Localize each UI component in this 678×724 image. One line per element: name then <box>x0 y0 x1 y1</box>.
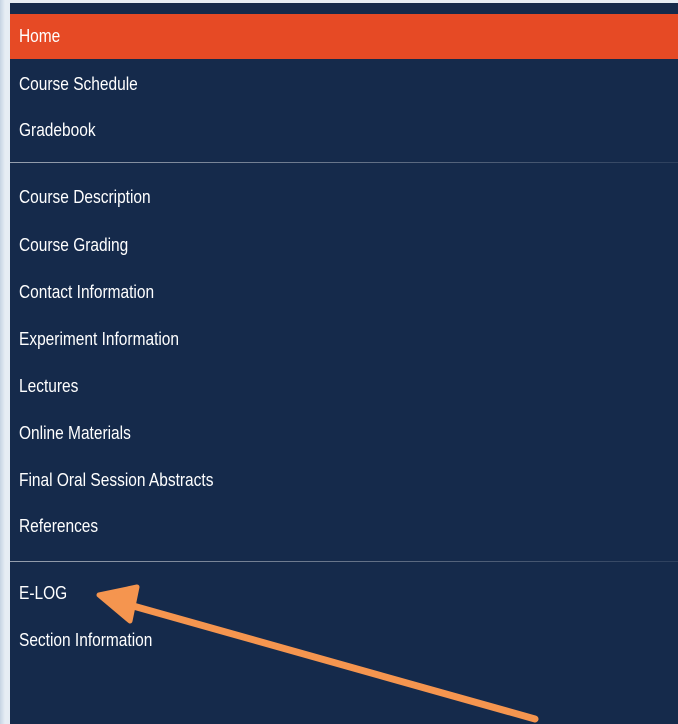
nav-item-label: Course Description <box>19 187 151 207</box>
nav-item-course-description[interactable]: Course Description <box>10 177 678 217</box>
nav-item-section-information[interactable]: Section Information <box>10 620 678 660</box>
nav-item-final-oral-session-abstracts[interactable]: Final Oral Session Abstracts <box>10 460 678 500</box>
course-navigation-menu: Home Course Schedule Gradebook Course De… <box>10 3 678 724</box>
nav-item-label: Home <box>19 26 61 46</box>
nav-item-label: Gradebook <box>19 120 96 140</box>
nav-item-references[interactable]: References <box>10 506 678 546</box>
nav-item-gradebook[interactable]: Gradebook <box>10 110 678 150</box>
nav-item-contact-information[interactable]: Contact Information <box>10 272 678 312</box>
nav-item-label: Course Schedule <box>19 74 138 94</box>
nav-item-label: Section Information <box>19 630 153 650</box>
nav-item-label: Lectures <box>19 376 79 396</box>
nav-item-label: Final Oral Session Abstracts <box>19 470 214 490</box>
menu-divider <box>10 561 678 562</box>
nav-item-course-grading[interactable]: Course Grading <box>10 225 678 265</box>
nav-item-label: Experiment Information <box>19 329 180 349</box>
menu-divider <box>10 162 678 163</box>
nav-item-home[interactable]: Home <box>10 14 678 59</box>
nav-item-course-schedule[interactable]: Course Schedule <box>10 64 678 104</box>
nav-item-label: Online Materials <box>19 423 131 443</box>
nav-item-label: E-LOG <box>19 583 68 603</box>
nav-item-e-log[interactable]: E-LOG <box>10 573 678 613</box>
nav-item-label: Course Grading <box>19 235 129 255</box>
nav-item-online-materials[interactable]: Online Materials <box>10 413 678 453</box>
nav-item-experiment-information[interactable]: Experiment Information <box>10 319 678 359</box>
nav-item-label: References <box>19 516 99 536</box>
nav-item-lectures[interactable]: Lectures <box>10 366 678 406</box>
nav-item-label: Contact Information <box>19 282 155 302</box>
